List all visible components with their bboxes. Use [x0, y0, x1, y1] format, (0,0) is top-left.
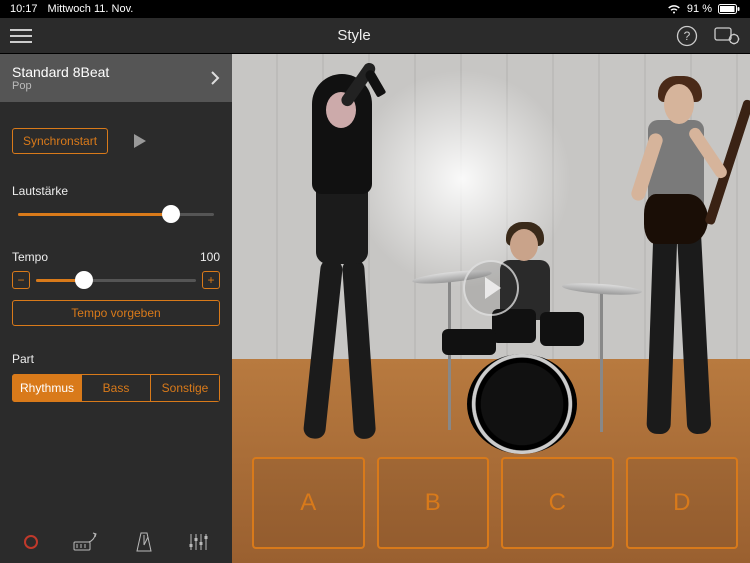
- part-label: Part: [12, 352, 220, 366]
- sync-start-button[interactable]: Synchronstart: [12, 128, 108, 154]
- tempo-slider[interactable]: [36, 270, 196, 290]
- section-marker-c[interactable]: C: [501, 457, 614, 549]
- preset-name: Standard 8Beat: [12, 64, 210, 80]
- vocalist-figure: [282, 74, 402, 464]
- preset-selector[interactable]: Standard 8Beat Pop: [0, 54, 232, 102]
- section-marker-b[interactable]: B: [377, 457, 490, 549]
- part-segmented: Rhythmus Bass Sonstige: [12, 374, 220, 402]
- volume-label: Lautstärke: [12, 184, 68, 198]
- chevron-right-icon: [210, 70, 220, 86]
- status-bar: 10:17 Mittwoch 11. Nov. 91 %: [0, 0, 750, 18]
- wifi-icon: [667, 4, 681, 14]
- bottom-toolbar: [0, 521, 232, 563]
- sidebar: Standard 8Beat Pop Synchronstart Lautstä…: [0, 54, 232, 563]
- metronome-button[interactable]: [135, 531, 153, 553]
- tempo-value: 100: [200, 250, 220, 264]
- help-icon[interactable]: ?: [676, 25, 698, 47]
- mixer-button[interactable]: [188, 532, 208, 552]
- play-button[interactable]: [134, 134, 146, 148]
- guitarist-figure: [606, 84, 736, 484]
- volume-slider[interactable]: [18, 204, 214, 224]
- tap-tempo-button[interactable]: Tempo vorgeben: [12, 300, 220, 326]
- part-option-sonstige[interactable]: Sonstige: [151, 374, 220, 402]
- status-date: Mittwoch 11. Nov.: [48, 3, 134, 15]
- status-time: 10:17: [10, 3, 38, 15]
- stage-preview: A B C D: [232, 54, 750, 563]
- stage-play-button[interactable]: [463, 260, 519, 316]
- battery-text: 91 %: [687, 3, 712, 15]
- tempo-increase-button[interactable]: +: [202, 271, 220, 289]
- tempo-label: Tempo: [12, 250, 48, 264]
- page-title: Style: [32, 27, 676, 44]
- svg-text:?: ?: [684, 29, 691, 43]
- top-bar: Style ?: [0, 18, 750, 54]
- chord-view-button[interactable]: [73, 532, 99, 552]
- battery-icon: [718, 4, 740, 14]
- tempo-decrease-button[interactable]: −: [12, 271, 30, 289]
- drummer-figure: [422, 234, 622, 464]
- settings-icon[interactable]: [714, 25, 740, 47]
- part-option-bass[interactable]: Bass: [82, 374, 151, 402]
- section-marker-a[interactable]: A: [252, 457, 365, 549]
- part-option-rhythmus[interactable]: Rhythmus: [12, 374, 82, 402]
- section-marker-d[interactable]: D: [626, 457, 739, 549]
- section-markers: A B C D: [252, 457, 738, 549]
- menu-button[interactable]: [10, 29, 32, 43]
- record-button[interactable]: [24, 535, 38, 549]
- preset-genre: Pop: [12, 80, 210, 92]
